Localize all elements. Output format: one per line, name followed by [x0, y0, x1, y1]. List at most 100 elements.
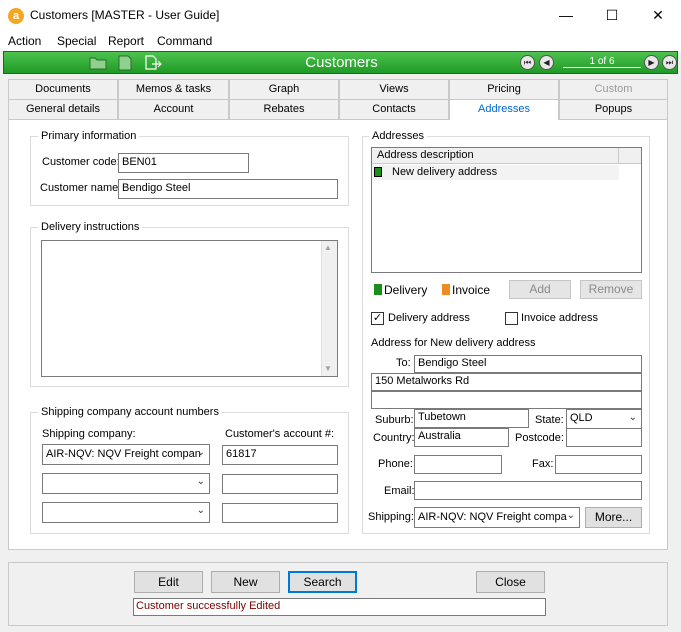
first-record-icon[interactable]: ⏮ [520, 55, 535, 70]
delivery-legend-label: Delivery [384, 283, 428, 297]
menu-special[interactable]: Special [57, 34, 96, 48]
delivery-legend-icon [374, 284, 382, 295]
menu-bar: Action Special Report Command [0, 31, 681, 51]
customer-account-header: Customer's account #: [225, 428, 335, 440]
chevron-down-icon: ⌄ [196, 447, 205, 458]
search-button[interactable]: Search [288, 571, 357, 593]
folder-icon[interactable] [88, 54, 108, 71]
record-toolbar: Customers ⏮ ◀ 1 of 6 ▶ ⏭ [3, 51, 678, 74]
shipping-company-header: Shipping company: [42, 428, 136, 440]
document-icon[interactable] [115, 54, 135, 71]
primary-information-title: Primary information [38, 130, 140, 142]
phone-input[interactable] [414, 455, 502, 474]
delivery-instructions-scrollbar[interactable] [321, 241, 337, 376]
next-record-icon[interactable]: ▶ [644, 55, 659, 70]
customer-name-label: Customer name: [40, 182, 122, 194]
record-position: 1 of 6 [563, 56, 641, 68]
shipping-value: AIR-NQV: NQV Freight compa [418, 511, 567, 523]
address-detail-title: Address for New delivery address [371, 337, 536, 349]
previous-record-icon[interactable]: ◀ [539, 55, 554, 70]
country-input[interactable]: Australia [414, 428, 509, 447]
chevron-down-icon: ⌄ [196, 505, 205, 516]
tab-rebates[interactable]: Rebates [229, 99, 339, 119]
add-address-button[interactable]: Add [509, 280, 571, 299]
delivery-address-checkbox[interactable]: ✓ [371, 312, 384, 325]
state-value: QLD [570, 412, 593, 424]
menu-command[interactable]: Command [157, 34, 212, 48]
tab-general-details[interactable]: General details [8, 99, 118, 119]
maximize-icon[interactable]: ☐ [589, 0, 635, 31]
shipping-company-select[interactable]: AIR-NQV: NQV Freight compan ⌄ [42, 444, 210, 465]
address-item-label: New delivery address [392, 166, 498, 178]
addresses-title: Addresses [369, 130, 427, 142]
menu-action[interactable]: Action [8, 34, 41, 48]
chevron-down-icon: ⌄ [566, 510, 575, 521]
invoice-address-checkbox[interactable] [505, 312, 518, 325]
new-button[interactable]: New [211, 571, 280, 593]
customer-account-input[interactable] [222, 503, 338, 523]
email-input[interactable] [414, 481, 642, 500]
scroll-down-icon[interactable]: ▼ [324, 364, 332, 373]
delivery-address-label: Delivery address [388, 312, 470, 324]
customer-code-input[interactable]: BEN01 [118, 153, 249, 173]
minimize-icon[interactable]: — [543, 0, 589, 31]
shipping-company-select[interactable]: ⌄ [42, 502, 210, 523]
customer-code-label: Customer code: [42, 156, 120, 168]
postcode-input[interactable] [566, 428, 642, 447]
state-label: State: [535, 414, 564, 426]
suburb-input[interactable]: Tubetown [414, 409, 529, 428]
tab-popups[interactable]: Popups [559, 99, 668, 119]
fax-label: Fax: [532, 458, 554, 470]
customer-name-input[interactable]: Bendigo Steel [118, 179, 338, 199]
tab-views[interactable]: Views [339, 79, 449, 99]
invoice-address-label: Invoice address [521, 312, 599, 324]
export-icon[interactable] [143, 54, 163, 71]
title-bar: a Customers [MASTER - User Guide] — ☐ ✕ [0, 0, 681, 31]
shipping-label: Shipping: [368, 511, 414, 523]
customer-account-input[interactable] [222, 474, 338, 494]
fax-input[interactable] [555, 455, 642, 474]
chevron-down-icon: ⌄ [196, 476, 205, 487]
tab-pricing[interactable]: Pricing [449, 79, 559, 99]
state-select[interactable]: QLD ⌄ [566, 409, 642, 429]
shipping-select[interactable]: AIR-NQV: NQV Freight compa ⌄ [414, 507, 580, 528]
tab-documents[interactable]: Documents [8, 79, 118, 99]
tab-account[interactable]: Account [118, 99, 229, 119]
delivery-instructions-title: Delivery instructions [38, 221, 143, 233]
menu-report[interactable]: Report [108, 34, 144, 48]
customer-account-input[interactable]: 61817 [222, 445, 338, 465]
edit-button[interactable]: Edit [134, 571, 203, 593]
delivery-marker-icon [374, 167, 382, 177]
invoice-legend-icon [442, 284, 450, 295]
address-line2-input[interactable] [371, 391, 642, 409]
list-header-filler [619, 148, 641, 164]
close-button[interactable]: Close [476, 571, 545, 593]
address-description-header[interactable]: Address description [372, 148, 619, 164]
status-message: Customer successfully Edited [133, 598, 546, 616]
remove-address-button[interactable]: Remove [580, 280, 642, 299]
more-button[interactable]: More... [585, 507, 642, 528]
tab-memos-tasks[interactable]: Memos & tasks [118, 79, 229, 99]
scroll-up-icon[interactable]: ▲ [324, 243, 332, 252]
tab-graph[interactable]: Graph [229, 79, 339, 99]
to-input[interactable]: Bendigo Steel [414, 355, 642, 373]
tab-addresses[interactable]: Addresses [449, 99, 559, 120]
close-window-icon[interactable]: ✕ [635, 0, 681, 31]
tab-contacts[interactable]: Contacts [339, 99, 449, 119]
app-logo-icon: a [8, 8, 24, 24]
delivery-instructions-textarea[interactable] [41, 240, 338, 377]
window-title: Customers [MASTER - User Guide] [30, 8, 220, 22]
address-line1-input[interactable]: 150 Metalworks Rd [371, 373, 642, 391]
phone-label: Phone: [378, 458, 413, 470]
shipping-company-select[interactable]: ⌄ [42, 473, 210, 494]
to-label: To: [396, 357, 411, 369]
shipping-accounts-title: Shipping company account numbers [38, 406, 222, 418]
postcode-label: Postcode: [515, 432, 564, 444]
last-record-icon[interactable]: ⏭ [662, 55, 677, 70]
shipping-company-value: AIR-NQV: NQV Freight compan [46, 448, 201, 460]
email-label: Email: [384, 485, 415, 497]
country-label: Country: [373, 432, 415, 444]
chevron-down-icon: ⌄ [628, 412, 637, 423]
invoice-legend-label: Invoice [452, 283, 491, 297]
suburb-label: Suburb: [375, 414, 414, 426]
